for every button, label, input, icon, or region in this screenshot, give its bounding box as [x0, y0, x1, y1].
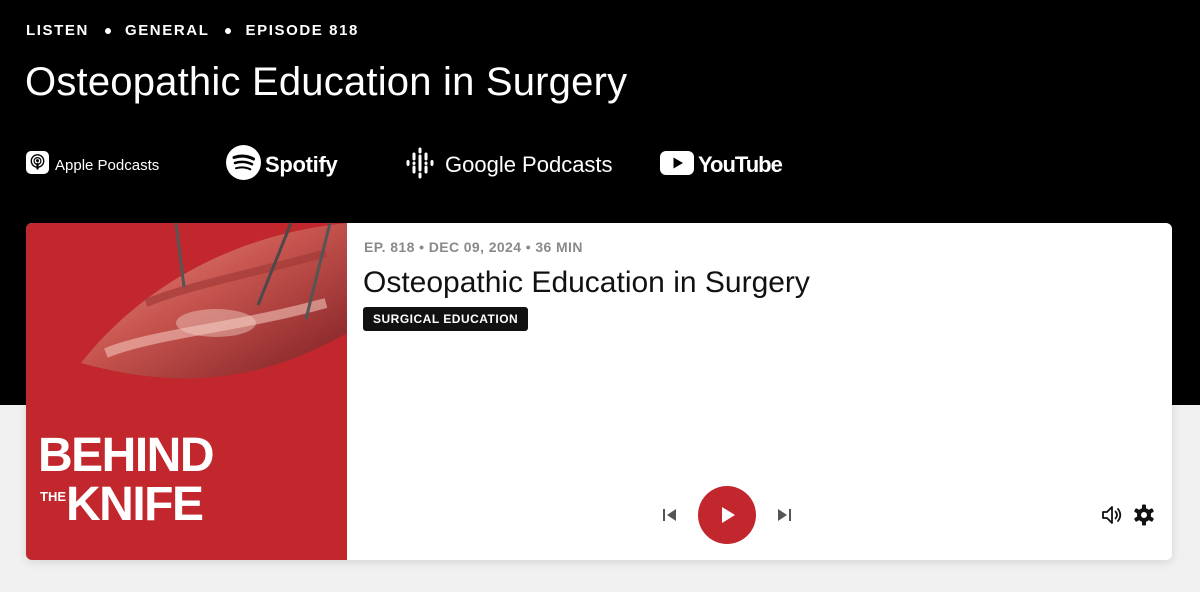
previous-button[interactable] — [660, 505, 680, 525]
cover-logo-behind: BEHIND — [38, 429, 213, 482]
apple-podcasts-icon — [26, 151, 49, 179]
gear-icon — [1134, 504, 1154, 526]
page-title: Osteopathic Education in Surgery — [25, 60, 628, 104]
category-badge[interactable]: SURGICAL EDUCATION — [363, 307, 529, 331]
google-podcasts-icon — [403, 146, 437, 185]
breadcrumb-episode: EPISODE 818 — [245, 22, 359, 39]
apple-podcasts-link[interactable]: Apple Podcasts — [26, 145, 159, 185]
skip-next-icon — [778, 509, 791, 521]
google-podcasts-label: Google Podcasts — [445, 152, 613, 177]
episode-title: Osteopathic Education in Surgery — [363, 266, 810, 299]
cover-logo-the: THE — [40, 489, 66, 504]
breadcrumb: LISTEN GENERAL EPISODE 818 — [26, 22, 359, 39]
spotify-link[interactable]: Spotify — [226, 145, 338, 185]
google-podcasts-link[interactable]: Google Podcasts — [403, 145, 613, 185]
breadcrumb-listen[interactable]: LISTEN — [26, 22, 89, 39]
cover-logo: BEHIND THE KNIFE — [38, 429, 215, 531]
volume-icon — [1102, 506, 1122, 524]
spotify-icon — [226, 145, 261, 185]
episode-meta: EP. 818 • DEC 09, 2024 • 36 MIN — [364, 239, 583, 255]
platform-links: Apple Podcasts Spotify Google Podcasts Y… — [26, 145, 826, 185]
play-button[interactable] — [698, 486, 756, 544]
cover-logo-knife: KNIFE — [66, 478, 203, 531]
breadcrumb-general[interactable]: GENERAL — [125, 22, 210, 39]
settings-button[interactable] — [1132, 503, 1156, 527]
next-button[interactable] — [774, 505, 794, 525]
youtube-link[interactable]: YouTube — [660, 145, 783, 185]
play-icon — [722, 507, 735, 523]
breadcrumb-separator — [104, 27, 111, 34]
skip-previous-icon — [663, 509, 676, 521]
episode-player: BEHIND THE KNIFE EP. 818 • DEC 09, 2024 … — [26, 223, 1172, 560]
breadcrumb-separator — [225, 27, 232, 34]
podcast-cover-art: BEHIND THE KNIFE — [26, 223, 347, 560]
youtube-label: YouTube — [698, 152, 783, 177]
spotify-label: Spotify — [265, 152, 338, 177]
volume-button[interactable] — [1100, 503, 1124, 527]
apple-podcasts-label: Apple Podcasts — [55, 156, 160, 174]
youtube-icon — [660, 150, 694, 180]
